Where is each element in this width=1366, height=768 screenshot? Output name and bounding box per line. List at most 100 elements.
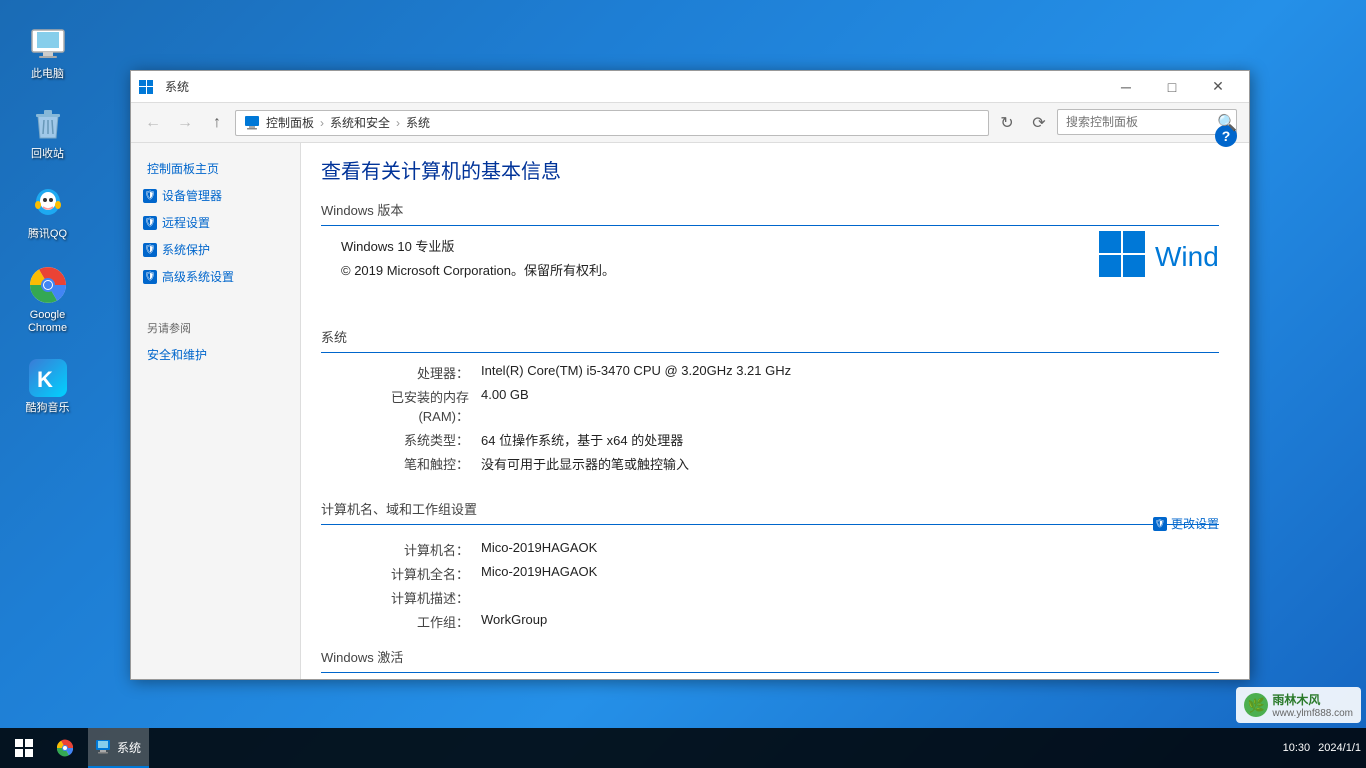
processor-row: 处理器： Intel(R) Core(TM) i5-3470 CPU @ 3.2… xyxy=(341,363,1219,382)
maximize-button[interactable]: □ xyxy=(1149,71,1195,103)
computer-name-label: 计算机名： xyxy=(341,540,481,559)
activation-section: Windows 激活 Windows 已激活 阅读 Microsoft 软件许可… xyxy=(321,647,1219,679)
win10-logo-svg: Windows 10 xyxy=(1099,226,1219,286)
desktop-icon-kugou[interactable]: K 酷狗音乐 xyxy=(10,354,85,419)
ram-row: 已安装的内存(RAM)： 4.00 GB xyxy=(341,387,1219,425)
computer-name-section: 计算机名、域和工作组设置 🛡 更改设置 计算机名： Mico-2019HAGAO… xyxy=(321,489,1219,631)
windows-version-section: Windows 版本 xyxy=(321,200,1219,311)
close-button[interactable]: ✕ xyxy=(1195,71,1241,103)
desktop-icon-this-pc[interactable]: 此电脑 xyxy=(10,20,85,85)
desktop-icon-chrome[interactable]: Google Chrome xyxy=(10,261,85,339)
computer-fullname-row: 计算机全名： Mico-2019HAGAOK xyxy=(341,564,1219,583)
system-window: 系统 ─ □ ✕ ← → ↑ 控制面板 › 系统和安全 › xyxy=(130,70,1250,680)
system-type-label: 系统类型： xyxy=(341,430,481,449)
window-title-text: 系统 xyxy=(165,78,1103,95)
sidebar-item-remote[interactable]: 🛡 远程设置 xyxy=(131,209,300,236)
minimize-button[interactable]: ─ xyxy=(1103,71,1149,103)
path-part-2: 系统和安全 xyxy=(330,114,390,131)
taskbar-right: 10:30 2024/1/1 xyxy=(1283,742,1366,754)
win10-logo: Windows 10 xyxy=(1099,226,1219,291)
pen-touch-value: 没有可用于此显示器的笔或触控输入 xyxy=(481,454,1219,473)
windows-copyright-value: © 2019 Microsoft Corporation。保留所有权利。 xyxy=(341,260,1099,279)
computer-name-header: 计算机名、域和工作组设置 xyxy=(321,499,1219,518)
desktop-icon-label-chrome: Google Chrome xyxy=(14,309,81,335)
ram-label: 已安装的内存(RAM)： xyxy=(341,387,481,425)
main-content: 查看有关计算机的基本信息 Windows 版本 xyxy=(301,143,1249,679)
taskbar-date: 2024/1/1 xyxy=(1318,742,1361,754)
desktop-icon-label-recycle-bin: 回收站 xyxy=(31,148,64,161)
refresh-button2[interactable]: ⟳ xyxy=(1025,109,1053,137)
svg-text:Windows 10: Windows 10 xyxy=(1155,241,1219,272)
sidebar: 控制面板主页 🛡 设备管理器 🛡 远程设置 🛡 系统保护 🛡 高级系统设置 xyxy=(131,143,301,679)
svg-text:K: K xyxy=(37,367,53,392)
windows-version-row-1: Windows 10 专业版 xyxy=(341,236,1099,255)
sidebar-item-advanced[interactable]: 🛡 高级系统设置 xyxy=(131,263,300,290)
watermark-text: 雨林木风 www.ylmf888.com xyxy=(1272,691,1353,719)
path-part-3: 系统 xyxy=(406,114,430,131)
system-section-divider xyxy=(321,352,1219,353)
activation-divider xyxy=(321,672,1219,673)
path-separator-1: › xyxy=(320,116,324,130)
processor-value: Intel(R) Core(TM) i5-3470 CPU @ 3.20GHz … xyxy=(481,363,1219,382)
address-path[interactable]: 控制面板 › 系统和安全 › 系统 xyxy=(235,110,989,136)
workgroup-row: 工作组： WorkGroup xyxy=(341,612,1219,631)
back-button[interactable]: ← xyxy=(139,109,167,137)
forward-button[interactable]: → xyxy=(171,109,199,137)
change-settings-link[interactable]: 🛡 更改设置 xyxy=(1153,515,1219,532)
up-button[interactable]: ↑ xyxy=(203,109,231,137)
start-button[interactable] xyxy=(0,728,48,768)
address-right: ↻ ⟳ 🔍 xyxy=(993,109,1241,137)
workgroup-value: WorkGroup xyxy=(481,612,1219,631)
desktop-icon-label-this-pc: 此电脑 xyxy=(31,68,64,81)
refresh-button[interactable]: ↻ xyxy=(993,109,1021,137)
desktop-icon-label-kugou: 酷狗音乐 xyxy=(26,402,70,415)
search-input[interactable] xyxy=(1057,109,1237,135)
windows-version-row-2: © 2019 Microsoft Corporation。保留所有权利。 xyxy=(341,260,1099,279)
desktop-icon-qq[interactable]: 腾讯QQ xyxy=(10,180,85,245)
watermark-line1: 雨林木风 xyxy=(1272,691,1353,708)
change-settings-shield-icon: 🛡 xyxy=(1153,517,1167,531)
computer-name-value: Mico-2019HAGAOK xyxy=(481,540,1219,559)
activation-header: Windows 激活 xyxy=(321,647,1219,666)
computer-name-row: 计算机名： Mico-2019HAGAOK xyxy=(341,540,1219,559)
pen-touch-label: 笔和触控： xyxy=(341,454,481,473)
path-separator-2: › xyxy=(396,116,400,130)
system-type-value: 64 位操作系统，基于 x64 的处理器 xyxy=(481,430,1219,449)
ram-value: 4.00 GB xyxy=(481,387,1219,425)
window-controls: ─ □ ✕ xyxy=(1103,71,1241,103)
pen-touch-row: 笔和触控： 没有可用于此显示器的笔或触控输入 xyxy=(341,454,1219,473)
taskbar-system-btn[interactable]: 系统 xyxy=(88,728,149,768)
sidebar-security-maintenance[interactable]: 安全和维护 xyxy=(131,341,300,368)
shield-icon-device-manager: 🛡 xyxy=(143,189,157,203)
computer-fullname-value: Mico-2019HAGAOK xyxy=(481,564,1219,583)
workgroup-label: 工作组： xyxy=(341,612,481,631)
sidebar-control-panel-home[interactable]: 控制面板主页 xyxy=(131,155,300,182)
computer-icon xyxy=(244,115,260,131)
shield-icon-protection: 🛡 xyxy=(143,243,157,257)
also-see-title: 另请参阅 xyxy=(131,310,300,341)
windows-version-header: Windows 版本 xyxy=(321,200,1219,219)
computer-desc-value xyxy=(481,588,1219,607)
address-bar: ← → ↑ 控制面板 › 系统和安全 › 系统 ↻ ⟳ 🔍 xyxy=(131,103,1249,143)
watermark: 🌿 雨林木风 www.ylmf888.com xyxy=(1236,687,1361,723)
desktop-icon-label-qq: 腾讯QQ xyxy=(28,228,67,241)
shield-icon-remote: 🛡 xyxy=(143,216,157,230)
sidebar-item-protection[interactable]: 🛡 系统保护 xyxy=(131,236,300,263)
desktop-icon-recycle-bin[interactable]: 回收站 xyxy=(10,100,85,165)
start-icon xyxy=(15,739,33,757)
sidebar-item-device-manager[interactable]: 🛡 设备管理器 xyxy=(131,182,300,209)
processor-label: 处理器： xyxy=(341,363,481,382)
taskbar-chrome-btn[interactable] xyxy=(48,728,88,768)
computer-name-divider xyxy=(321,524,1219,525)
window-titlebar: 系统 ─ □ ✕ xyxy=(131,71,1249,103)
window-body: 控制面板主页 🛡 设备管理器 🛡 远程设置 🛡 系统保护 🛡 高级系统设置 xyxy=(131,143,1249,679)
search-button[interactable]: 🔍 xyxy=(1213,109,1241,137)
computer-desc-label: 计算机描述： xyxy=(341,588,481,607)
taskbar-system-icon xyxy=(96,740,112,754)
computer-name-section-info: 计算机名、域和工作组设置 xyxy=(321,489,1219,535)
system-section: 系统 处理器： Intel(R) Core(TM) i5-3470 CPU @ … xyxy=(321,327,1219,473)
computer-fullname-label: 计算机全名： xyxy=(341,564,481,583)
system-section-header: 系统 xyxy=(321,327,1219,346)
watermark-line2: www.ylmf888.com xyxy=(1272,708,1353,719)
taskbar: 系统 10:30 2024/1/1 xyxy=(0,728,1366,768)
